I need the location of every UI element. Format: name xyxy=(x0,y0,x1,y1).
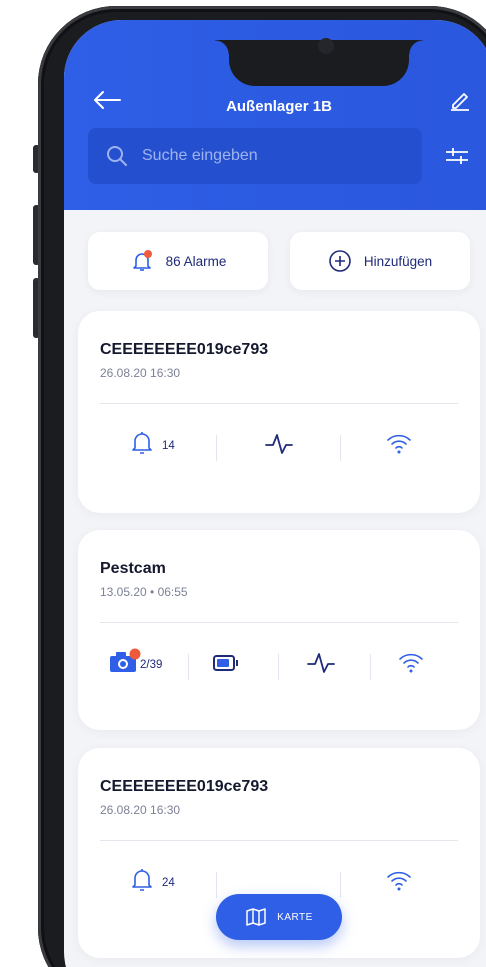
device-date: 26.08.20 16:30 xyxy=(100,366,181,380)
add-label: Hinzufügen xyxy=(363,253,433,269)
map-button[interactable]: KARTE xyxy=(216,894,342,940)
device-date: 13.05.20 • 06:55 xyxy=(100,585,188,599)
card-divider xyxy=(100,403,458,404)
separator xyxy=(216,872,217,898)
filter-sliders-icon[interactable] xyxy=(444,144,470,168)
card-status-row: 2/39 xyxy=(78,642,480,686)
device-card[interactable]: CEEEEEEEE019ce793 26.08.20 16:30 14 xyxy=(78,311,480,513)
alarms-label: 86 Alarme xyxy=(165,253,227,269)
app-screen: Außenlager 1B Suche eingeben 86 Alarme H… xyxy=(64,20,486,967)
alarms-button[interactable]: 86 Alarme xyxy=(88,232,268,290)
separator xyxy=(340,435,341,461)
search-field[interactable]: Suche eingeben xyxy=(88,128,422,184)
card-divider xyxy=(100,840,458,841)
device-name: Pestcam xyxy=(100,560,166,577)
separator xyxy=(278,654,279,680)
activity-pulse-icon[interactable] xyxy=(306,650,336,676)
bell-icon[interactable] xyxy=(130,429,154,455)
search-icon xyxy=(107,146,127,166)
alarm-bell-icon xyxy=(132,250,152,271)
photo-count: 2/39 xyxy=(140,659,163,671)
device-card[interactable]: Pestcam 13.05.20 • 06:55 2/39 xyxy=(78,530,480,730)
alarm-count: 14 xyxy=(162,440,175,452)
edit-pencil-icon[interactable] xyxy=(448,88,472,112)
wifi-signal-icon[interactable] xyxy=(386,431,412,455)
battery-icon[interactable] xyxy=(212,654,240,672)
plus-circle-icon xyxy=(329,250,351,272)
page-title: Außenlager 1B xyxy=(226,98,332,115)
map-label: KARTE xyxy=(277,911,313,923)
camera-icon[interactable] xyxy=(108,648,142,674)
activity-pulse-icon[interactable] xyxy=(264,431,294,457)
map-icon xyxy=(246,908,266,926)
card-status-row: 14 xyxy=(78,423,480,467)
wifi-signal-icon[interactable] xyxy=(398,650,424,674)
screenshot-stage: Außenlager 1B Suche eingeben 86 Alarme H… xyxy=(0,0,486,967)
alarm-count: 24 xyxy=(162,877,175,889)
add-button[interactable]: Hinzufügen xyxy=(290,232,470,290)
separator xyxy=(188,654,189,680)
bell-icon[interactable] xyxy=(130,866,154,892)
device-name: CEEEEEEEE019ce793 xyxy=(100,778,269,795)
card-divider xyxy=(100,622,458,623)
separator xyxy=(216,435,217,461)
separator xyxy=(370,654,371,680)
device-name: CEEEEEEEE019ce793 xyxy=(100,341,269,358)
wifi-signal-icon[interactable] xyxy=(386,868,412,892)
device-date: 26.08.20 16:30 xyxy=(100,803,181,817)
search-placeholder: Suche eingeben xyxy=(142,147,258,164)
separator xyxy=(340,872,341,898)
front-camera xyxy=(318,38,334,54)
